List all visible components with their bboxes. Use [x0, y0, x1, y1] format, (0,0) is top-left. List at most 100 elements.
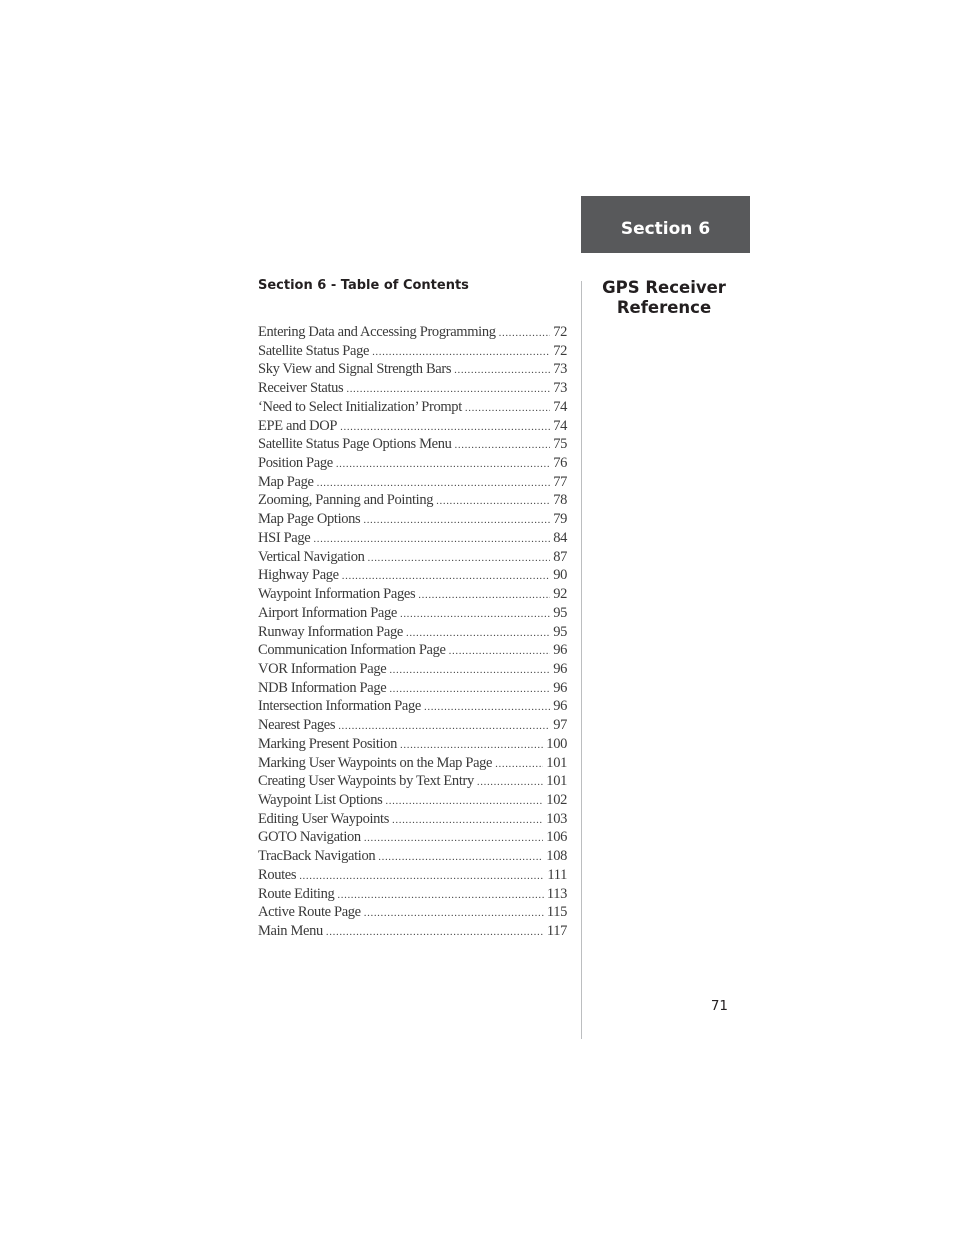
toc-entry[interactable]: Receiver Status 73: [258, 380, 567, 399]
side-title: GPS Receiver Reference: [581, 278, 747, 318]
toc-entry-page: 97: [553, 717, 567, 734]
toc-entry-title: Marking Present Position: [258, 735, 398, 752]
toc-entry[interactable]: Sky View and Signal Strength Bars 73: [258, 361, 567, 380]
toc-entry-page: 96: [553, 660, 567, 677]
toc-heading: Section 6 - Table of Contents: [258, 278, 469, 293]
toc-entry-title: Sky View and Signal Strength Bars: [258, 361, 452, 378]
toc-entry-page: 87: [553, 548, 567, 565]
table-of-contents: Entering Data and Accessing Programming 7…: [258, 324, 567, 942]
toc-entry-title: Routes: [258, 866, 297, 883]
dot-leader: [313, 533, 550, 545]
toc-entry-page: 78: [553, 492, 567, 509]
side-title-line-1: GPS Receiver: [602, 278, 726, 297]
dot-leader: [378, 851, 543, 863]
toc-entry-page: 90: [553, 567, 567, 584]
toc-entry[interactable]: Marking User Waypoints on the Map Page 10…: [258, 755, 567, 774]
toc-entry[interactable]: Main Menu 117: [258, 923, 567, 942]
toc-entry[interactable]: Nearest Pages 97: [258, 717, 567, 736]
toc-entry[interactable]: Airport Information Page 95: [258, 605, 567, 624]
dot-leader: [406, 627, 550, 639]
dot-leader: [400, 739, 543, 751]
toc-entry[interactable]: Satellite Status Page 72: [258, 343, 567, 362]
toc-entry[interactable]: Entering Data and Accessing Programming 7…: [258, 324, 567, 343]
toc-entry[interactable]: Highway Page 90: [258, 567, 567, 586]
toc-entry[interactable]: Active Route Page 115: [258, 904, 567, 923]
toc-entry-title: EPE and DOP: [258, 417, 338, 434]
dot-leader: [495, 758, 543, 770]
toc-entry[interactable]: Position Page 76: [258, 455, 567, 474]
toc-entry-title: Receiver Status: [258, 380, 344, 397]
toc-entry-page: 108: [546, 848, 567, 865]
dot-leader: [336, 458, 550, 470]
dot-leader: [317, 477, 551, 489]
toc-entry[interactable]: EPE and DOP 74: [258, 418, 567, 437]
toc-entry[interactable]: Creating User Waypoints by Text Entry 101: [258, 773, 567, 792]
toc-entry[interactable]: NDB Information Page 96: [258, 680, 567, 699]
toc-entry[interactable]: Map Page Options 79: [258, 511, 567, 530]
toc-entry-page: 79: [553, 511, 567, 528]
section-tab-label: Section 6: [620, 218, 711, 239]
toc-entry[interactable]: Communication Information Page 96: [258, 642, 567, 661]
toc-entry[interactable]: Routes 111: [258, 867, 567, 886]
dot-leader: [392, 814, 543, 826]
toc-entry[interactable]: Intersection Information Page 96: [258, 698, 567, 717]
dot-leader: [340, 421, 550, 433]
toc-entry-title: Runway Information Page: [258, 623, 403, 640]
toc-entry-page: 96: [553, 642, 567, 659]
toc-entry[interactable]: Route Editing 113: [258, 886, 567, 905]
toc-entry[interactable]: Map Page 77: [258, 474, 567, 493]
dot-leader: [436, 495, 550, 507]
toc-entry[interactable]: Vertical Navigation 87: [258, 549, 567, 568]
toc-entry-title: GOTO Navigation: [258, 829, 361, 846]
dot-leader: [372, 346, 550, 358]
toc-entry-page: 111: [547, 866, 567, 883]
toc-entry-title: Active Route Page: [258, 904, 361, 921]
toc-entry-page: 101: [546, 754, 567, 771]
toc-entry-title: Position Page: [258, 455, 333, 472]
toc-entry-title: Highway Page: [258, 567, 339, 584]
side-title-line-2: Reference: [616, 298, 712, 317]
vertical-divider: [581, 281, 582, 1039]
dot-leader: [368, 552, 551, 564]
toc-entry-title: Editing User Waypoints: [258, 810, 390, 827]
toc-entry-title: HSI Page: [258, 529, 311, 546]
dot-leader: [389, 683, 550, 695]
toc-entry-page: 92: [553, 586, 567, 603]
toc-entry-page: 102: [546, 791, 567, 808]
toc-entry[interactable]: HSI Page 84: [258, 530, 567, 549]
dot-leader: [477, 776, 543, 788]
dot-leader: [418, 589, 550, 601]
dot-leader: [364, 907, 544, 919]
dot-leader: [346, 383, 550, 395]
toc-entry[interactable]: TracBack Navigation 108: [258, 848, 567, 867]
toc-entry-page: 103: [546, 810, 567, 827]
toc-entry-page: 76: [553, 455, 567, 472]
dot-leader: [449, 645, 551, 657]
toc-entry[interactable]: Marking Present Position 100: [258, 736, 567, 755]
toc-entry[interactable]: GOTO Navigation 106: [258, 829, 567, 848]
toc-entry-title: Communication Information Page: [258, 642, 446, 659]
toc-entry[interactable]: Waypoint Information Pages 92: [258, 586, 567, 605]
toc-entry[interactable]: Zooming, Panning and Pointing 78: [258, 492, 567, 511]
toc-entry-page: 96: [553, 679, 567, 696]
dot-leader: [363, 514, 550, 526]
toc-entry[interactable]: VOR Information Page 96: [258, 661, 567, 680]
toc-entry-page: 73: [553, 380, 567, 397]
toc-entry[interactable]: ‘Need to Select Initialization’ Prompt 74: [258, 399, 567, 418]
toc-entry-title: Map Page Options: [258, 511, 361, 528]
toc-entry-page: 74: [553, 417, 567, 434]
toc-entry-title: Route Editing: [258, 885, 335, 902]
toc-entry-page: 75: [553, 436, 567, 453]
dot-leader: [389, 664, 550, 676]
toc-entry-title: Vertical Navigation: [258, 548, 365, 565]
dot-leader: [326, 926, 544, 938]
toc-entry-title: Waypoint Information Pages: [258, 586, 416, 603]
toc-entry[interactable]: Editing User Waypoints 103: [258, 811, 567, 830]
toc-entry-page: 77: [553, 473, 567, 490]
toc-entry[interactable]: Runway Information Page 95: [258, 624, 567, 643]
toc-entry-page: 96: [553, 698, 567, 715]
toc-entry-title: Intersection Information Page: [258, 698, 421, 715]
toc-entry[interactable]: Satellite Status Page Options Menu 75: [258, 436, 567, 455]
toc-entry[interactable]: Waypoint List Options 102: [258, 792, 567, 811]
dot-leader: [299, 870, 544, 882]
